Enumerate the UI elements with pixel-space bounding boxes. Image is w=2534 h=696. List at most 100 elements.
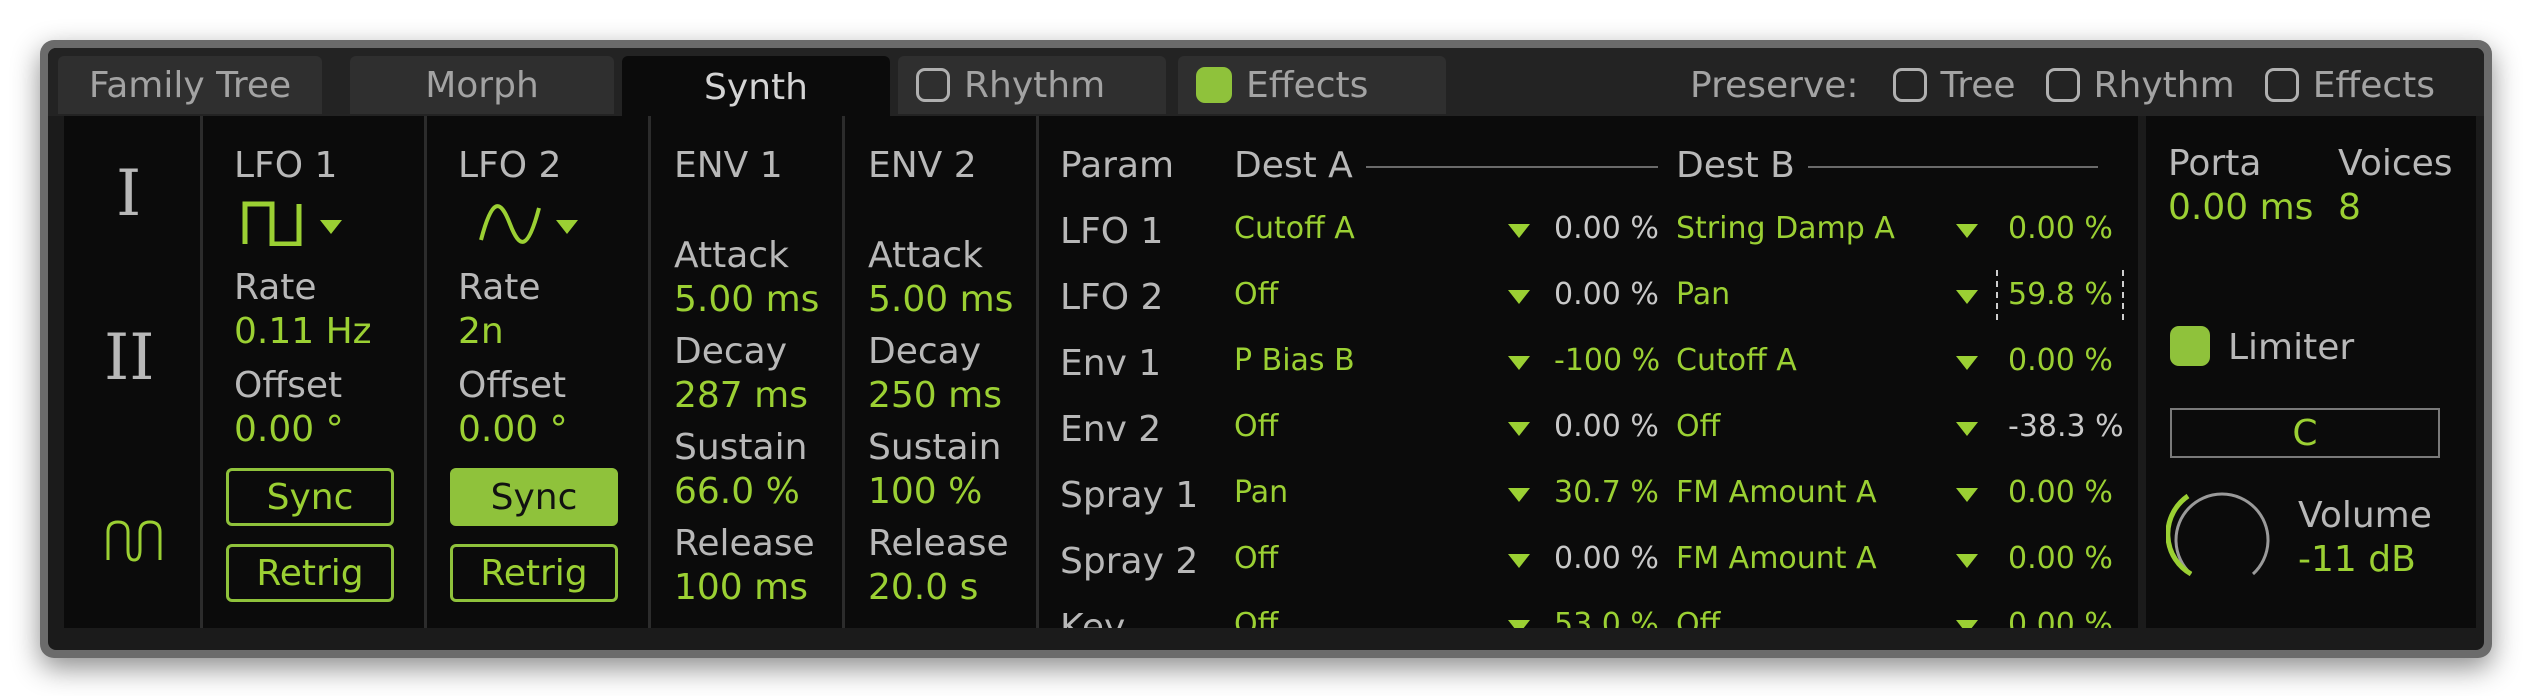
matrix-param-header: Param	[1060, 145, 1175, 186]
matrix-dest-a-amount[interactable]: 0.00 %	[1554, 214, 1659, 244]
dest-a-dropdown-arrow[interactable]	[1508, 224, 1530, 238]
dest-a-dropdown-arrow[interactable]	[1508, 620, 1530, 628]
tab-rhythm[interactable]: Rhythm	[898, 56, 1166, 114]
matrix-param-label: Env 1	[1060, 343, 1162, 384]
square-wave-icon[interactable]	[242, 200, 302, 246]
matrix-dest-b-dropdown[interactable]: Off	[1676, 412, 1720, 442]
lfo1-waveform-dropdown-arrow[interactable]	[320, 220, 342, 234]
lfo2-offset-value[interactable]: 0.00 °	[458, 412, 568, 448]
preserve-group: Preserve: Tree Rhythm Effects	[1690, 56, 2435, 114]
limiter-toggle[interactable]	[2170, 326, 2210, 366]
osc-one-button[interactable]: I	[116, 162, 141, 226]
matrix-dest-a-amount[interactable]: 30.7 %	[1554, 478, 1659, 508]
matrix-dest-b-dropdown[interactable]: String Damp A	[1676, 214, 1895, 244]
matrix-dest-b-dropdown[interactable]: Pan	[1676, 280, 1730, 310]
preserve-effects-checkbox[interactable]	[2264, 68, 2299, 102]
lfo1-offset-value[interactable]: 0.00 °	[234, 412, 344, 448]
matrix-dest-a-dropdown[interactable]: Off	[1234, 610, 1278, 629]
matrix-dest-b-amount[interactable]: 0.00 %	[2008, 610, 2113, 629]
matrix-dest-a-amount[interactable]: 53.0 %	[1554, 610, 1659, 629]
dest-a-dropdown-arrow[interactable]	[1508, 488, 1530, 502]
matrix-dest-b-header: Dest B	[1676, 145, 1795, 186]
dest-a-dropdown-arrow[interactable]	[1508, 356, 1530, 370]
matrix-param-label: Spray 1	[1060, 475, 1199, 516]
matrix-dest-b-amount[interactable]: 0.00 %	[2008, 478, 2113, 508]
matrix-dest-b-dropdown[interactable]: FM Amount A	[1676, 478, 1877, 508]
tab-morph[interactable]: Morph	[350, 56, 614, 114]
effects-enable-toggle[interactable]	[1196, 67, 1232, 103]
matrix-param-label: Env 2	[1060, 409, 1162, 450]
env2-decay-value[interactable]: 250 ms	[868, 378, 1002, 414]
volume-value[interactable]: -11 dB	[2298, 542, 2416, 578]
dest-a-dropdown-arrow[interactable]	[1508, 422, 1530, 436]
matrix-dest-b-dropdown[interactable]: FM Amount A	[1676, 544, 1877, 574]
matrix-dest-a-amount[interactable]: 0.00 %	[1554, 280, 1659, 310]
dest-a-dropdown-arrow[interactable]	[1508, 554, 1530, 568]
preserve-tree-label: Tree	[1940, 64, 2016, 106]
lfo1-rate-value[interactable]: 0.11 Hz	[234, 314, 372, 350]
tab-synth[interactable]: Synth	[622, 56, 890, 118]
matrix-dest-b-dropdown[interactable]: Cutoff A	[1676, 346, 1797, 376]
dest-a-rule	[1366, 166, 1658, 168]
lfo2-waveform-dropdown-arrow[interactable]	[556, 220, 578, 234]
matrix-dest-a-dropdown[interactable]: Off	[1234, 412, 1278, 442]
lfo1-retrig-button[interactable]: Retrig	[226, 544, 394, 602]
mod-matrix: Param Dest A Dest B LFO 1 Cutoff A 0.00 % S…	[1044, 116, 2134, 628]
dest-b-dropdown-arrow[interactable]	[1956, 356, 1978, 370]
rhythm-enable-checkbox[interactable]	[916, 68, 950, 102]
matrix-dest-b-dropdown[interactable]: Off	[1676, 610, 1720, 629]
env1-sustain-value[interactable]: 66.0 %	[674, 474, 800, 510]
volume-knob[interactable]	[2166, 476, 2276, 586]
matrix-dest-a-dropdown[interactable]: Cutoff A	[1234, 214, 1355, 244]
env2-sustain-value[interactable]: 100 %	[868, 474, 982, 510]
dest-b-dropdown-arrow[interactable]	[1956, 554, 1978, 568]
lfo1-rate-label: Rate	[234, 267, 317, 308]
env2-attack-label: Attack	[868, 235, 983, 276]
env1-release-value[interactable]: 100 ms	[674, 570, 808, 606]
sine-wave-icon[interactable]	[478, 204, 542, 244]
env2-attack-value[interactable]: 5.00 ms	[868, 282, 1013, 318]
lfo2-sync-button[interactable]: Sync	[450, 468, 618, 526]
key-selector[interactable]: C	[2170, 408, 2440, 458]
matrix-dest-a-amount[interactable]: -100 %	[1554, 346, 1660, 376]
lfo2-offset-label: Offset	[458, 365, 567, 406]
voices-value[interactable]: 8	[2338, 190, 2361, 226]
matrix-dest-b-amount[interactable]: -38.3 %	[2008, 412, 2124, 442]
dest-b-dropdown-arrow[interactable]	[1956, 290, 1978, 304]
env1-sustain-label: Sustain	[674, 427, 808, 468]
env1-decay-value[interactable]: 287 ms	[674, 378, 808, 414]
lfo1-sync-button[interactable]: Sync	[226, 468, 394, 526]
lfo2-retrig-button[interactable]: Retrig	[450, 544, 618, 602]
matrix-dest-b-amount[interactable]: 0.00 %	[2008, 544, 2113, 574]
matrix-param-label: LFO 1	[1060, 211, 1164, 252]
preserve-tree-checkbox[interactable]	[1892, 68, 1927, 102]
matrix-param-label: Key	[1060, 607, 1126, 629]
matrix-dest-b-amount[interactable]: 0.00 %	[2008, 214, 2113, 244]
dest-a-dropdown-arrow[interactable]	[1508, 290, 1530, 304]
matrix-dest-a-dropdown[interactable]: P Bias B	[1234, 346, 1355, 376]
tab-effects[interactable]: Effects	[1178, 56, 1446, 114]
env2-release-value[interactable]: 20.0 s	[868, 570, 978, 606]
dest-b-dropdown-arrow[interactable]	[1956, 224, 1978, 238]
tab-label: Synth	[704, 66, 808, 108]
lfo-wave-icon[interactable]	[104, 518, 164, 564]
dest-b-dropdown-arrow[interactable]	[1956, 422, 1978, 436]
tab-family-tree[interactable]: Family Tree	[58, 56, 322, 114]
lfo2-rate-value[interactable]: 2n	[458, 314, 504, 350]
matrix-dest-a-dropdown[interactable]: Pan	[1234, 478, 1288, 508]
env2-decay-label: Decay	[868, 331, 982, 372]
dest-b-dropdown-arrow[interactable]	[1956, 620, 1978, 628]
matrix-dest-a-dropdown[interactable]: Off	[1234, 544, 1278, 574]
porta-value[interactable]: 0.00 ms	[2168, 190, 2313, 226]
matrix-dest-a-dropdown[interactable]: Off	[1234, 280, 1278, 310]
matrix-dest-b-amount[interactable]: 0.00 %	[2008, 346, 2113, 376]
matrix-dest-a-amount[interactable]: 0.00 %	[1554, 544, 1659, 574]
env1-attack-value[interactable]: 5.00 ms	[674, 282, 819, 318]
preserve-rhythm-checkbox[interactable]	[2045, 68, 2080, 102]
key-value: C	[2292, 412, 2318, 454]
sync-label: Sync	[490, 476, 578, 518]
sync-label: Sync	[266, 476, 354, 518]
matrix-dest-a-amount[interactable]: 0.00 %	[1554, 412, 1659, 442]
osc-two-button[interactable]: II	[104, 326, 155, 390]
dest-b-dropdown-arrow[interactable]	[1956, 488, 1978, 502]
